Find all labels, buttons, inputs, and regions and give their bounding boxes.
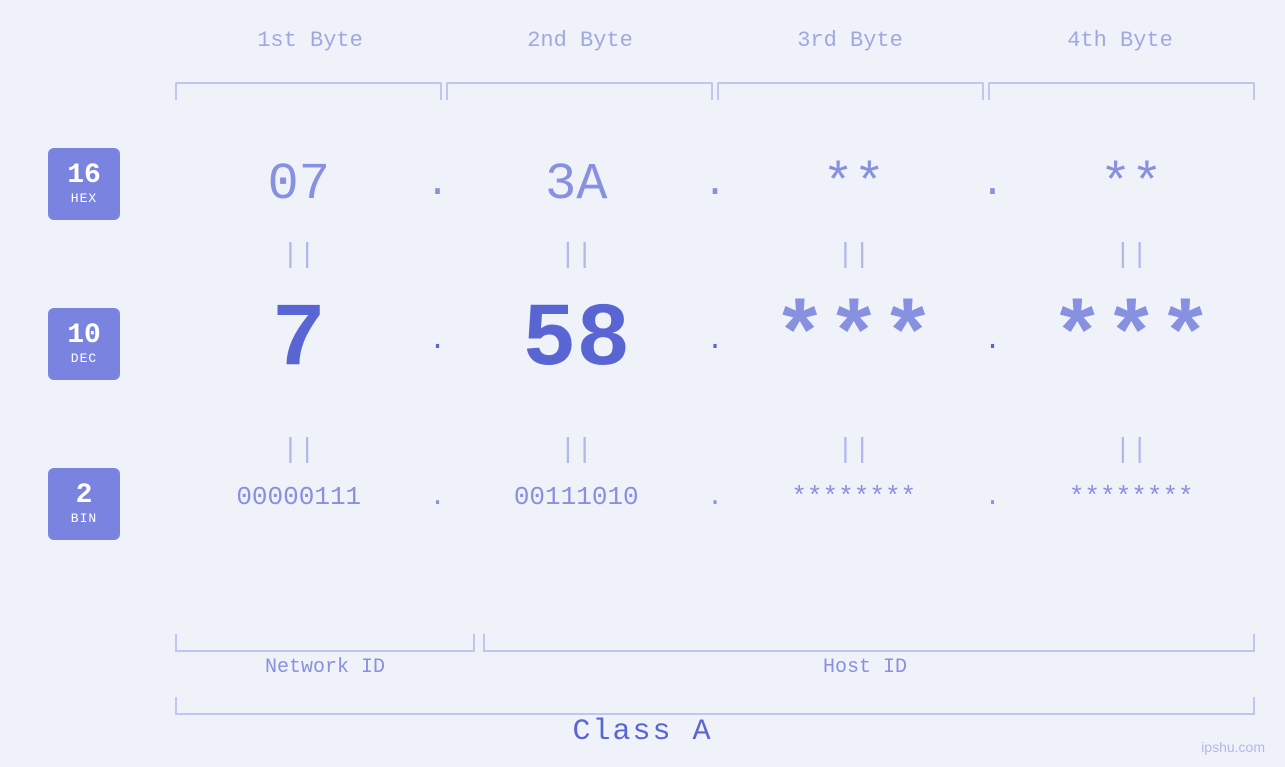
bin-byte2: 00111010 [453, 482, 701, 512]
dec-byte4: *** [1008, 290, 1256, 392]
bracket-seg-4 [988, 82, 1255, 100]
bracket-seg-2 [446, 82, 713, 100]
eq2-b1: || [175, 435, 423, 466]
dec-label: DEC [71, 352, 97, 366]
dec-badge: 10 DEC [48, 308, 120, 380]
class-label: Class A [0, 715, 1285, 749]
bin-byte1: 00000111 [175, 482, 423, 512]
byte2-header: 2nd Byte [445, 28, 715, 53]
eq1-b3: || [730, 240, 978, 271]
eq2-b3: || [730, 435, 978, 466]
bin-dot1: . [423, 482, 453, 512]
byte1-header: 1st Byte [175, 28, 445, 53]
equals-row-2: || || || || [175, 435, 1255, 466]
eq1-b1: || [175, 240, 423, 271]
host-id-label: Host ID [475, 656, 1255, 679]
bracket-seg-3 [717, 82, 984, 100]
bin-badge: 2 BIN [48, 468, 120, 540]
top-bracket [175, 82, 1255, 100]
overall-bracket [175, 697, 1255, 715]
dec-number: 10 [67, 321, 101, 352]
network-bracket [175, 634, 475, 652]
hex-dot1: . [423, 162, 453, 207]
hex-label: HEX [71, 192, 97, 206]
dec-byte2: 58 [453, 290, 701, 392]
byte3-header: 3rd Byte [715, 28, 985, 53]
bottom-bracket-container [175, 634, 1255, 652]
dec-dot3: . [978, 326, 1008, 357]
host-bracket [483, 634, 1255, 652]
bin-byte4: ******** [1008, 482, 1256, 512]
hex-byte1: 07 [175, 155, 423, 214]
hex-dot2: . [700, 162, 730, 207]
watermark: ipshu.com [1201, 739, 1265, 755]
eq2-b4: || [1008, 435, 1256, 466]
hex-byte4: ** [1008, 155, 1256, 214]
main-container: 16 HEX 10 DEC 2 BIN 1st Byte 2nd Byte 3r… [0, 0, 1285, 767]
equals-row-1: || || || || [175, 240, 1255, 271]
byte4-header: 4th Byte [985, 28, 1255, 53]
id-labels: Network ID Host ID [175, 656, 1255, 679]
dec-byte1: 7 [175, 290, 423, 392]
eq1-b4: || [1008, 240, 1256, 271]
hex-badge: 16 HEX [48, 148, 120, 220]
bin-number: 2 [76, 481, 93, 512]
network-id-label: Network ID [175, 656, 475, 679]
bin-row: 00000111 . 00111010 . ******** . *******… [175, 482, 1255, 512]
hex-byte2: 3A [453, 155, 701, 214]
eq2-b2: || [453, 435, 701, 466]
bin-label: BIN [71, 512, 97, 526]
hex-row: 07 . 3A . ** . ** [175, 155, 1255, 214]
bin-dot3: . [978, 482, 1008, 512]
bin-dot2: . [700, 482, 730, 512]
byte-headers: 1st Byte 2nd Byte 3rd Byte 4th Byte [175, 28, 1255, 53]
dec-dot1: . [423, 326, 453, 357]
hex-number: 16 [67, 161, 101, 192]
dec-byte3: *** [730, 290, 978, 392]
bin-byte3: ******** [730, 482, 978, 512]
dec-dot2: . [700, 326, 730, 357]
eq1-b2: || [453, 240, 701, 271]
hex-byte3: ** [730, 155, 978, 214]
hex-dot3: . [978, 162, 1008, 207]
dec-row: 7 . 58 . *** . *** [175, 290, 1255, 392]
bracket-seg-1 [175, 82, 442, 100]
